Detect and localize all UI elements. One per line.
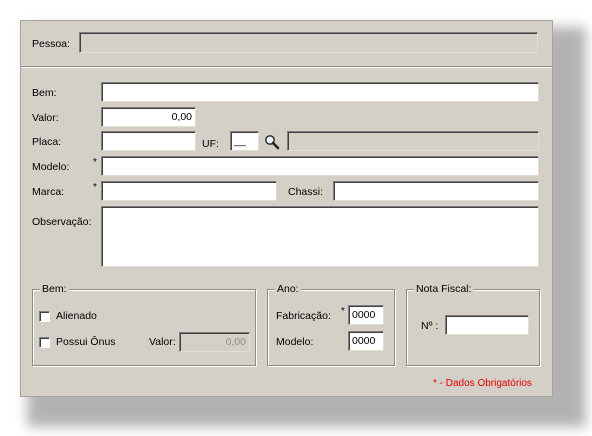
chassi-field[interactable] <box>333 181 539 201</box>
possui-onus-checkbox[interactable] <box>39 337 50 348</box>
onus-valor-label: Valor: <box>149 336 176 348</box>
alienado-label: Alienado <box>56 310 97 322</box>
valor-label: Valor: <box>32 112 59 124</box>
bem-groupbox <box>32 289 256 366</box>
vehicle-asset-form: Pessoa: Bem: Valor: Placa: UF: Modelo: *… <box>20 20 553 397</box>
modelo-field[interactable] <box>101 156 539 176</box>
observacao-label: Observação: <box>32 216 92 228</box>
nota-numero-label: Nº : <box>421 320 439 332</box>
placa-label: Placa: <box>32 136 62 148</box>
observacao-field[interactable] <box>101 206 539 267</box>
magnifier-icon[interactable] <box>264 134 280 150</box>
valor-field[interactable] <box>101 107 196 127</box>
fabricacao-field[interactable] <box>348 305 384 325</box>
nota-numero-field[interactable] <box>445 315 529 335</box>
pessoa-field[interactable] <box>79 32 538 53</box>
pessoa-label: Pessoa: <box>32 38 70 50</box>
onus-valor-field[interactable] <box>179 332 250 352</box>
required-fields-note: * - Dados Obrigatórios <box>433 378 532 389</box>
ano-modelo-label: Modelo: <box>276 336 314 348</box>
header-separator <box>21 66 552 68</box>
ano-modelo-field[interactable] <box>348 331 384 351</box>
bem-label: Bem: <box>32 87 57 99</box>
fabricacao-label: Fabricação: <box>276 310 331 322</box>
modelo-label: Modelo: <box>32 161 70 173</box>
marca-label: Marca: <box>32 186 65 198</box>
nota-fiscal-group-title: Nota Fiscal: <box>414 283 474 295</box>
marca-field[interactable] <box>101 181 277 201</box>
ano-group-title: Ano: <box>275 283 301 295</box>
alienado-checkbox[interactable] <box>39 311 50 322</box>
modelo-required-mark: * <box>93 157 97 168</box>
uf-field[interactable] <box>230 131 259 151</box>
bem-field[interactable] <box>101 82 539 102</box>
chassi-label: Chassi: <box>288 186 324 198</box>
placa-description-field[interactable] <box>287 131 539 151</box>
bem-group-title: Bem: <box>40 283 69 295</box>
uf-label: UF: <box>202 138 219 150</box>
placa-field[interactable] <box>101 131 196 151</box>
possui-onus-label: Possui Ônus <box>56 336 116 348</box>
ano-groupbox <box>267 289 395 366</box>
marca-required-mark: * <box>93 182 97 193</box>
fabricacao-required-mark: * <box>341 306 345 317</box>
